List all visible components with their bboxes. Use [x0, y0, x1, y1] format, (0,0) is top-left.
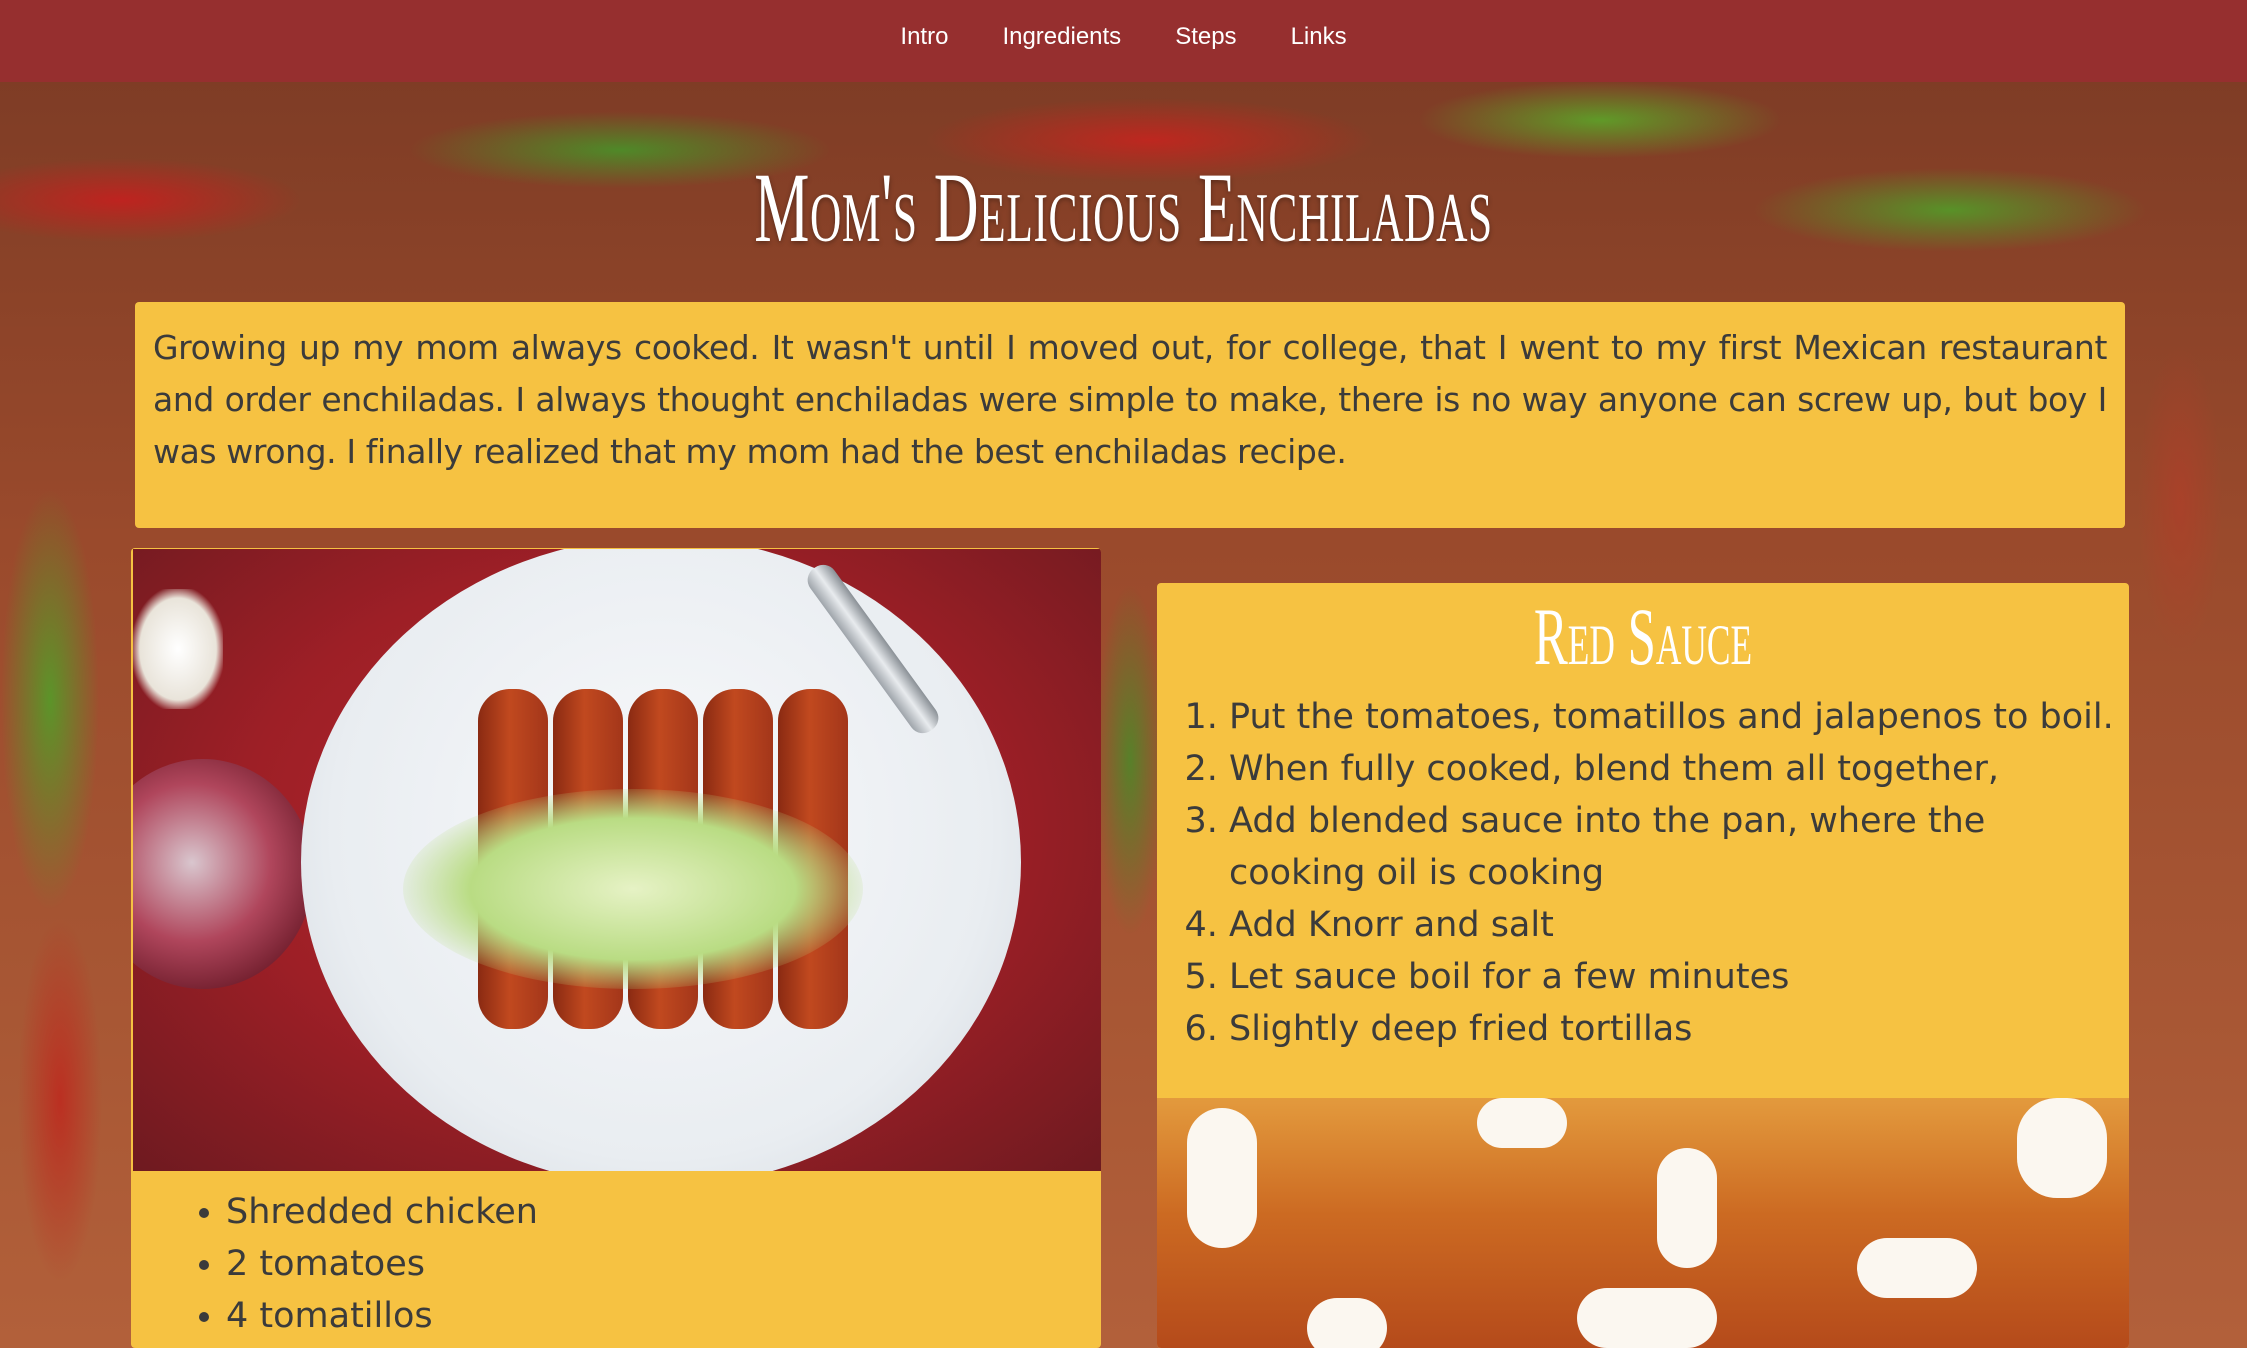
list-item: Let sauce boil for a few minutes	[1229, 951, 2129, 1003]
list-item: Add Knorr and salt	[1229, 899, 2129, 951]
red-sauce-card: Red Sauce Put the tomatoes, tomatillos a…	[1157, 583, 2129, 1348]
top-navigation: Intro Ingredients Steps Links	[0, 0, 2247, 82]
intro-text: Growing up my mom always cooked. It wasn…	[153, 328, 2107, 471]
list-item: When fully cooked, blend them all togeth…	[1229, 743, 2129, 795]
intro-section: Growing up my mom always cooked. It wasn…	[135, 302, 2125, 528]
list-item: 4 tomatillos	[226, 1290, 538, 1342]
ingredients-list: Shredded chicken 2 tomatoes 4 tomatillos	[186, 1186, 538, 1342]
cream-decoration	[2017, 1098, 2107, 1198]
cream-decoration	[1657, 1148, 1717, 1268]
cream-decoration	[1577, 1288, 1717, 1348]
enchiladas-closeup-photo	[1157, 1098, 2129, 1348]
red-sauce-steps: Put the tomatoes, tomatillos and jalapen…	[1193, 691, 2129, 1055]
cream-decoration	[1307, 1298, 1387, 1348]
list-item: Put the tomatoes, tomatillos and jalapen…	[1229, 691, 2129, 743]
nav-link-ingredients[interactable]: Ingredients	[1002, 23, 1121, 51]
list-item: Slightly deep fried tortillas	[1229, 1003, 2129, 1055]
list-item: Add blended sauce into the pan, where th…	[1229, 795, 2129, 899]
red-sauce-title: Red Sauce	[1533, 591, 1753, 682]
nav-link-steps[interactable]: Steps	[1175, 23, 1236, 51]
cream-decoration	[1187, 1108, 1257, 1248]
cream-decoration	[1857, 1238, 1977, 1298]
lettuce-decoration	[403, 789, 863, 989]
onion-decoration	[133, 589, 223, 709]
list-item: 2 tomatoes	[226, 1238, 538, 1290]
list-item: Shredded chicken	[226, 1186, 538, 1238]
ingredients-card: Shredded chicken 2 tomatoes 4 tomatillos	[131, 548, 1101, 1348]
enchiladas-plate-photo	[133, 549, 1101, 1171]
drink-glass-decoration	[133, 759, 313, 989]
nav-link-intro[interactable]: Intro	[900, 23, 948, 51]
cream-decoration	[1477, 1098, 1567, 1148]
page-title: Mom's Delicious Enchiladas	[754, 152, 1493, 263]
nav-link-links[interactable]: Links	[1291, 23, 1347, 51]
